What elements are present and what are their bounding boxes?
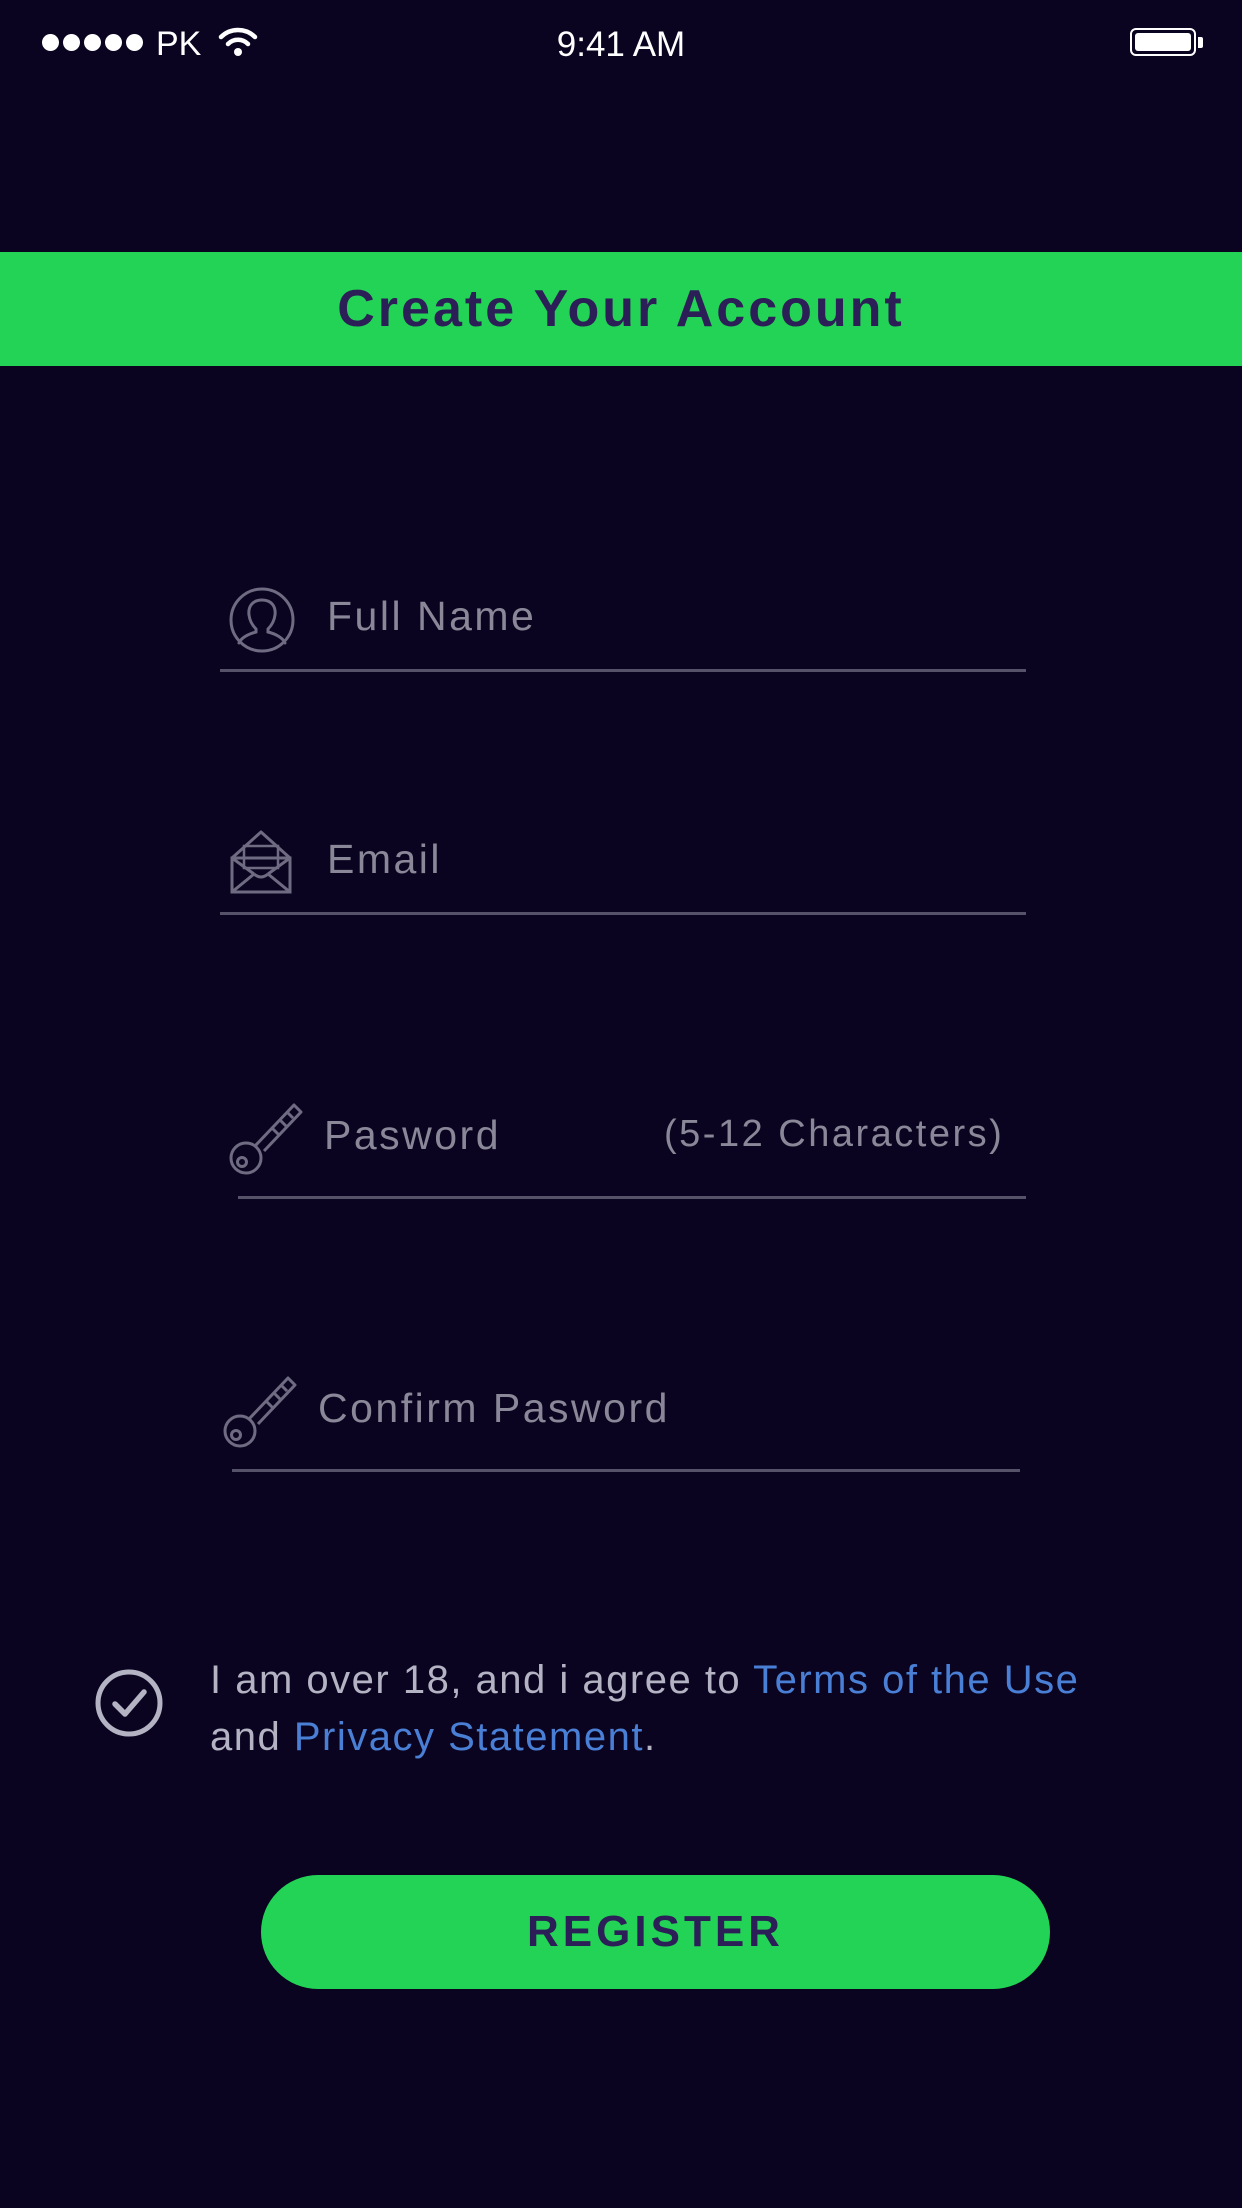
agree-checkbox[interactable] <box>94 1668 164 1738</box>
agreement-text-after: . <box>643 1715 657 1759</box>
confirm-password-underline <box>232 1469 1020 1472</box>
battery-icon <box>1130 28 1196 56</box>
email-underline <box>220 912 1026 915</box>
header-bar: Create Your Account <box>0 252 1242 366</box>
page-title: Create Your Account <box>337 280 905 338</box>
user-icon <box>229 587 295 653</box>
password-input[interactable] <box>324 1107 644 1163</box>
agreement-text-middle: and <box>210 1715 294 1759</box>
key-icon <box>229 1103 303 1175</box>
battery-level-fill <box>1135 33 1191 51</box>
key-icon <box>223 1376 297 1448</box>
confirm-password-input[interactable] <box>318 1380 1008 1436</box>
battery-cap <box>1198 37 1203 48</box>
privacy-statement-link[interactable]: Privacy Statement <box>294 1715 644 1759</box>
password-underline <box>238 1196 1026 1199</box>
agreement-text-before: I am over 18, and i agree to <box>210 1658 754 1702</box>
status-bar: PK 9:41 AM <box>0 0 1242 92</box>
full-name-underline <box>220 669 1026 672</box>
envelope-icon <box>230 830 292 894</box>
agreement-text: I am over 18, and i agree to Terms of th… <box>210 1652 1210 1766</box>
status-time: 9:41 AM <box>556 25 686 64</box>
terms-of-use-link[interactable]: Terms of the Use <box>753 1658 1079 1702</box>
email-input[interactable] <box>327 831 1017 887</box>
register-button[interactable]: REGISTER <box>261 1875 1050 1989</box>
password-length-hint: (5-12 Characters) <box>664 1113 1005 1155</box>
full-name-input[interactable] <box>327 588 1017 644</box>
